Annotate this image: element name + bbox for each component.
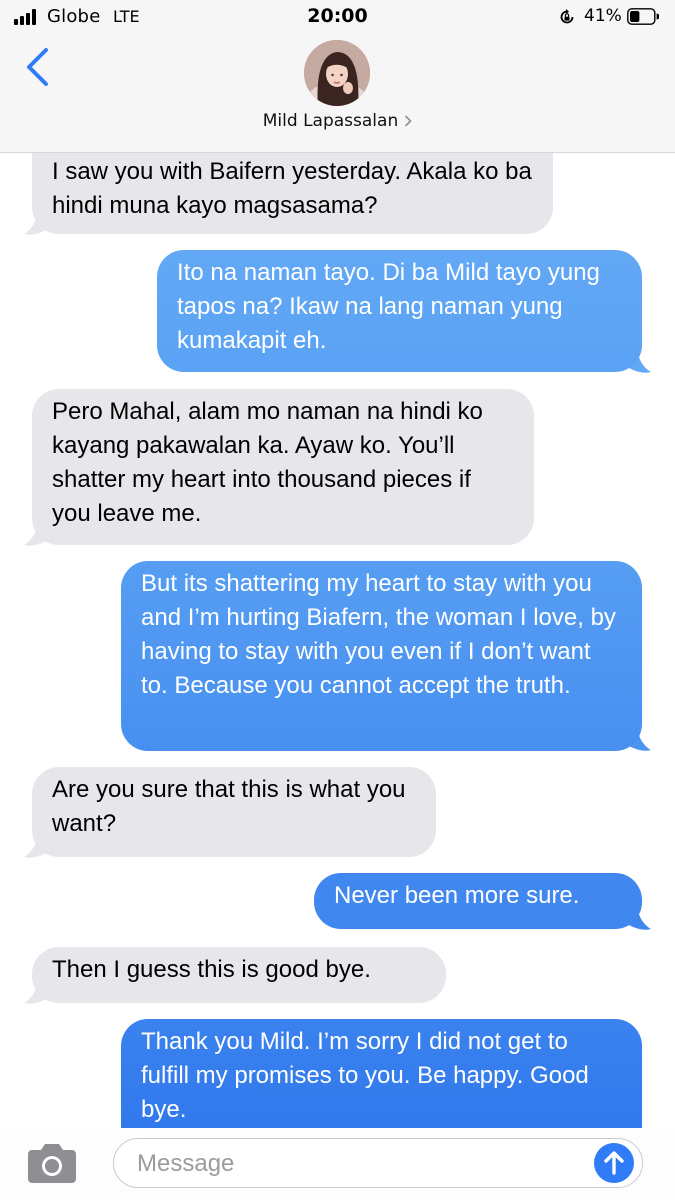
message-bubble-incoming[interactable]: Then I guess this is good bye. [32, 947, 446, 1003]
message-bubble-outgoing[interactable]: Ito na naman tayo. Di ba Mild tayo yung … [157, 250, 642, 372]
message-text: Thank you Mild. I’m sorry I did not get … [141, 1028, 589, 1123]
message-text: Are you sure that this is what you want? [52, 776, 406, 837]
battery-icon [627, 8, 659, 25]
avatar-photo [304, 40, 370, 106]
conversation-header: Globe LTE 20:00 41% Mild Lapassalan [0, 0, 675, 153]
message-text: Ito na naman tayo. Di ba Mild tayo yung … [177, 259, 600, 354]
contact-name-button[interactable]: Mild Lapassalan [0, 111, 675, 131]
message-text: Then I guess this is good bye. [52, 956, 371, 983]
message-input-bar [0, 1128, 675, 1200]
message-bubble-incoming[interactable]: Pero Mahal, alam mo naman na hindi ko ka… [32, 389, 534, 545]
chevron-left-icon [27, 48, 48, 86]
message-bubble-outgoing[interactable]: Never been more sure. [314, 873, 642, 929]
arrow-up-icon [604, 1151, 624, 1175]
message-bubble-incoming[interactable]: Are you sure that this is what you want? [32, 767, 436, 857]
message-input[interactable] [135, 1147, 579, 1181]
message-text: Never been more sure. [334, 882, 580, 909]
battery-percentage: 41% [584, 6, 622, 26]
back-button[interactable] [20, 44, 54, 90]
message-text: But its shattering my heart to stay with… [141, 570, 616, 699]
message-bubble-incoming[interactable]: I saw you with Baifern yesterday. Akala … [32, 150, 553, 234]
contact-name: Mild Lapassalan [262, 111, 399, 131]
status-bar: Globe LTE 20:00 41% [0, 0, 675, 34]
send-button[interactable] [594, 1143, 634, 1183]
camera-button[interactable] [26, 1142, 78, 1184]
message-text: Pero Mahal, alam mo naman na hindi ko ka… [52, 398, 483, 527]
message-thread[interactable]: I saw you with Baifern yesterday. Akala … [0, 0, 675, 1159]
contact-avatar[interactable] [304, 40, 370, 106]
message-bubble-outgoing[interactable]: But its shattering my heart to stay with… [121, 561, 642, 751]
camera-icon [28, 1144, 76, 1183]
orientation-lock-icon [560, 9, 574, 24]
message-field[interactable] [113, 1138, 643, 1188]
message-text: I saw you with Baifern yesterday. Akala … [52, 158, 532, 219]
chevron-right-icon [405, 115, 412, 127]
